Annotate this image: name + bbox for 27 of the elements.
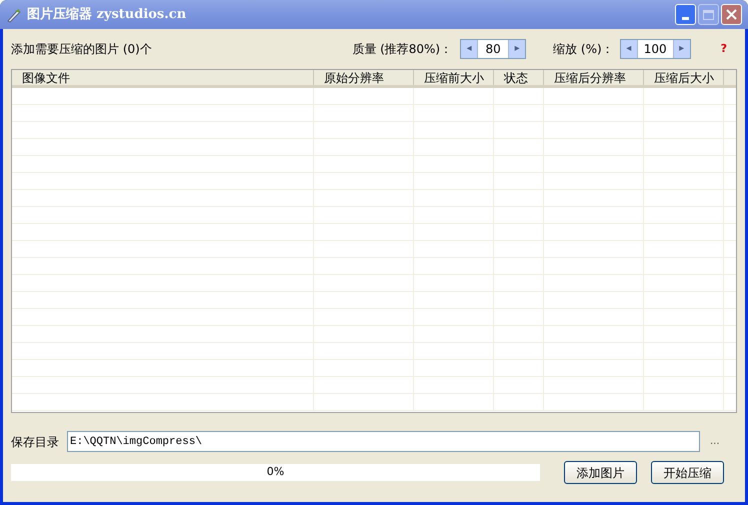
close-icon [726,9,737,20]
minimize-button[interactable] [675,4,696,25]
column-header[interactable]: 压缩前大小 [414,70,494,85]
progress-text: 0% [266,464,286,480]
window-title: 图片压缩器 zystudios.cn [27,6,186,24]
browse-button[interactable]: ... [710,434,720,449]
column-header[interactable]: 图像文件 [12,70,314,85]
column-header[interactable]: 压缩后大小 [644,70,724,85]
increment-button[interactable]: ▸ [508,40,526,58]
increment-button[interactable]: ▸ [672,40,690,58]
quality-label: 质量 (推荐80%)： [352,41,452,58]
column-header[interactable]: 压缩后分辨率 [544,70,644,85]
help-link[interactable]: ? [720,40,727,58]
quality-spin-box[interactable]: ◂ 80 ▸ [460,39,526,59]
column-header[interactable]: 状态 [494,70,544,85]
count-label: 添加需要压缩的图片 (0)个 [11,41,152,58]
scale-spin-box[interactable]: ◂ 100 ▸ [620,39,691,59]
start-compress-button[interactable]: 开始压缩 [651,461,724,484]
decrement-button[interactable]: ◂ [620,40,638,58]
column-header[interactable]: 原始分辨率 [314,70,414,85]
save-path-field[interactable]: E:\QQTN\imgCompress\ [67,431,700,452]
scale-label: 缩放 (%)： [553,41,614,58]
save-label: 保存目录 [11,434,59,450]
decrement-button[interactable]: ◂ [461,40,478,58]
feather-icon [6,6,22,22]
close-button[interactable] [721,4,742,25]
add-images-button[interactable]: 添加图片 [564,461,637,484]
